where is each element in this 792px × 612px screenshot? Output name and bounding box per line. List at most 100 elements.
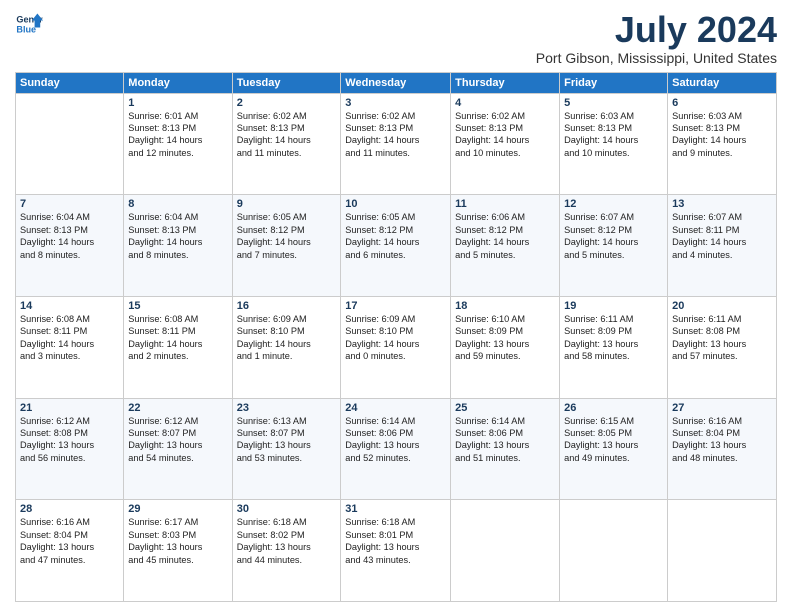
day-info: Sunrise: 6:12 AM Sunset: 8:08 PM Dayligh… [20,415,119,465]
calendar-cell: 20Sunrise: 6:11 AM Sunset: 8:08 PM Dayli… [668,296,777,398]
day-number: 12 [564,198,663,210]
day-info: Sunrise: 6:01 AM Sunset: 8:13 PM Dayligh… [128,110,227,160]
calendar-header-row: Sunday Monday Tuesday Wednesday Thursday… [16,72,777,93]
calendar-cell: 1Sunrise: 6:01 AM Sunset: 8:13 PM Daylig… [124,93,232,195]
calendar-cell: 21Sunrise: 6:12 AM Sunset: 8:08 PM Dayli… [16,398,124,500]
day-info: Sunrise: 6:14 AM Sunset: 8:06 PM Dayligh… [455,415,555,465]
calendar-cell: 15Sunrise: 6:08 AM Sunset: 8:11 PM Dayli… [124,296,232,398]
calendar-cell: 5Sunrise: 6:03 AM Sunset: 8:13 PM Daylig… [560,93,668,195]
calendar-cell: 7Sunrise: 6:04 AM Sunset: 8:13 PM Daylig… [16,195,124,297]
calendar-cell: 29Sunrise: 6:17 AM Sunset: 8:03 PM Dayli… [124,500,232,602]
calendar-cell: 16Sunrise: 6:09 AM Sunset: 8:10 PM Dayli… [232,296,341,398]
day-info: Sunrise: 6:09 AM Sunset: 8:10 PM Dayligh… [345,313,446,363]
day-info: Sunrise: 6:10 AM Sunset: 8:09 PM Dayligh… [455,313,555,363]
day-number: 29 [128,503,227,515]
calendar-cell: 3Sunrise: 6:02 AM Sunset: 8:13 PM Daylig… [341,93,451,195]
calendar-cell [668,500,777,602]
day-number: 25 [455,402,555,414]
day-number: 21 [20,402,119,414]
calendar-cell: 13Sunrise: 6:07 AM Sunset: 8:11 PM Dayli… [668,195,777,297]
day-info: Sunrise: 6:14 AM Sunset: 8:06 PM Dayligh… [345,415,446,465]
day-info: Sunrise: 6:16 AM Sunset: 8:04 PM Dayligh… [672,415,772,465]
calendar-cell: 9Sunrise: 6:05 AM Sunset: 8:12 PM Daylig… [232,195,341,297]
calendar-cell: 8Sunrise: 6:04 AM Sunset: 8:13 PM Daylig… [124,195,232,297]
day-info: Sunrise: 6:15 AM Sunset: 8:05 PM Dayligh… [564,415,663,465]
calendar-cell: 30Sunrise: 6:18 AM Sunset: 8:02 PM Dayli… [232,500,341,602]
header: General Blue July 2024 Port Gibson, Miss… [15,10,777,66]
subtitle: Port Gibson, Mississippi, United States [536,50,777,66]
day-number: 14 [20,300,119,312]
calendar-cell: 27Sunrise: 6:16 AM Sunset: 8:04 PM Dayli… [668,398,777,500]
day-info: Sunrise: 6:13 AM Sunset: 8:07 PM Dayligh… [237,415,337,465]
calendar-cell: 17Sunrise: 6:09 AM Sunset: 8:10 PM Dayli… [341,296,451,398]
col-friday: Friday [560,72,668,93]
day-number: 8 [128,198,227,210]
day-info: Sunrise: 6:03 AM Sunset: 8:13 PM Dayligh… [564,110,663,160]
calendar-cell [16,93,124,195]
day-info: Sunrise: 6:18 AM Sunset: 8:01 PM Dayligh… [345,516,446,566]
day-number: 13 [672,198,772,210]
day-number: 5 [564,97,663,109]
calendar-cell: 19Sunrise: 6:11 AM Sunset: 8:09 PM Dayli… [560,296,668,398]
page: General Blue July 2024 Port Gibson, Miss… [0,0,792,612]
day-number: 16 [237,300,337,312]
day-number: 17 [345,300,446,312]
day-number: 6 [672,97,772,109]
calendar-cell: 12Sunrise: 6:07 AM Sunset: 8:12 PM Dayli… [560,195,668,297]
calendar-cell: 10Sunrise: 6:05 AM Sunset: 8:12 PM Dayli… [341,195,451,297]
calendar-cell: 28Sunrise: 6:16 AM Sunset: 8:04 PM Dayli… [16,500,124,602]
day-number: 19 [564,300,663,312]
day-info: Sunrise: 6:09 AM Sunset: 8:10 PM Dayligh… [237,313,337,363]
day-info: Sunrise: 6:02 AM Sunset: 8:13 PM Dayligh… [345,110,446,160]
day-number: 9 [237,198,337,210]
day-info: Sunrise: 6:17 AM Sunset: 8:03 PM Dayligh… [128,516,227,566]
day-number: 4 [455,97,555,109]
calendar-cell: 18Sunrise: 6:10 AM Sunset: 8:09 PM Dayli… [451,296,560,398]
day-number: 30 [237,503,337,515]
calendar-cell: 6Sunrise: 6:03 AM Sunset: 8:13 PM Daylig… [668,93,777,195]
logo: General Blue [15,10,43,38]
calendar-cell [451,500,560,602]
day-info: Sunrise: 6:06 AM Sunset: 8:12 PM Dayligh… [455,211,555,261]
col-monday: Monday [124,72,232,93]
day-info: Sunrise: 6:07 AM Sunset: 8:12 PM Dayligh… [564,211,663,261]
calendar-cell: 24Sunrise: 6:14 AM Sunset: 8:06 PM Dayli… [341,398,451,500]
svg-text:Blue: Blue [16,24,36,34]
day-number: 28 [20,503,119,515]
day-info: Sunrise: 6:03 AM Sunset: 8:13 PM Dayligh… [672,110,772,160]
calendar-cell: 23Sunrise: 6:13 AM Sunset: 8:07 PM Dayli… [232,398,341,500]
day-info: Sunrise: 6:11 AM Sunset: 8:09 PM Dayligh… [564,313,663,363]
main-title: July 2024 [536,10,777,50]
day-info: Sunrise: 6:04 AM Sunset: 8:13 PM Dayligh… [128,211,227,261]
day-info: Sunrise: 6:18 AM Sunset: 8:02 PM Dayligh… [237,516,337,566]
col-saturday: Saturday [668,72,777,93]
day-number: 26 [564,402,663,414]
col-wednesday: Wednesday [341,72,451,93]
calendar-cell: 25Sunrise: 6:14 AM Sunset: 8:06 PM Dayli… [451,398,560,500]
calendar-cell: 2Sunrise: 6:02 AM Sunset: 8:13 PM Daylig… [232,93,341,195]
day-info: Sunrise: 6:02 AM Sunset: 8:13 PM Dayligh… [237,110,337,160]
col-sunday: Sunday [16,72,124,93]
day-info: Sunrise: 6:05 AM Sunset: 8:12 PM Dayligh… [345,211,446,261]
calendar-cell: 14Sunrise: 6:08 AM Sunset: 8:11 PM Dayli… [16,296,124,398]
day-number: 18 [455,300,555,312]
day-number: 1 [128,97,227,109]
calendar-week-1: 1Sunrise: 6:01 AM Sunset: 8:13 PM Daylig… [16,93,777,195]
calendar-week-4: 21Sunrise: 6:12 AM Sunset: 8:08 PM Dayli… [16,398,777,500]
calendar-cell: 4Sunrise: 6:02 AM Sunset: 8:13 PM Daylig… [451,93,560,195]
calendar-table: Sunday Monday Tuesday Wednesday Thursday… [15,72,777,602]
calendar-cell: 22Sunrise: 6:12 AM Sunset: 8:07 PM Dayli… [124,398,232,500]
day-number: 31 [345,503,446,515]
calendar-cell: 31Sunrise: 6:18 AM Sunset: 8:01 PM Dayli… [341,500,451,602]
day-info: Sunrise: 6:02 AM Sunset: 8:13 PM Dayligh… [455,110,555,160]
calendar-cell: 26Sunrise: 6:15 AM Sunset: 8:05 PM Dayli… [560,398,668,500]
calendar-week-2: 7Sunrise: 6:04 AM Sunset: 8:13 PM Daylig… [16,195,777,297]
day-number: 15 [128,300,227,312]
col-thursday: Thursday [451,72,560,93]
day-info: Sunrise: 6:07 AM Sunset: 8:11 PM Dayligh… [672,211,772,261]
calendar-cell [560,500,668,602]
day-number: 23 [237,402,337,414]
day-info: Sunrise: 6:08 AM Sunset: 8:11 PM Dayligh… [20,313,119,363]
day-number: 11 [455,198,555,210]
day-number: 10 [345,198,446,210]
